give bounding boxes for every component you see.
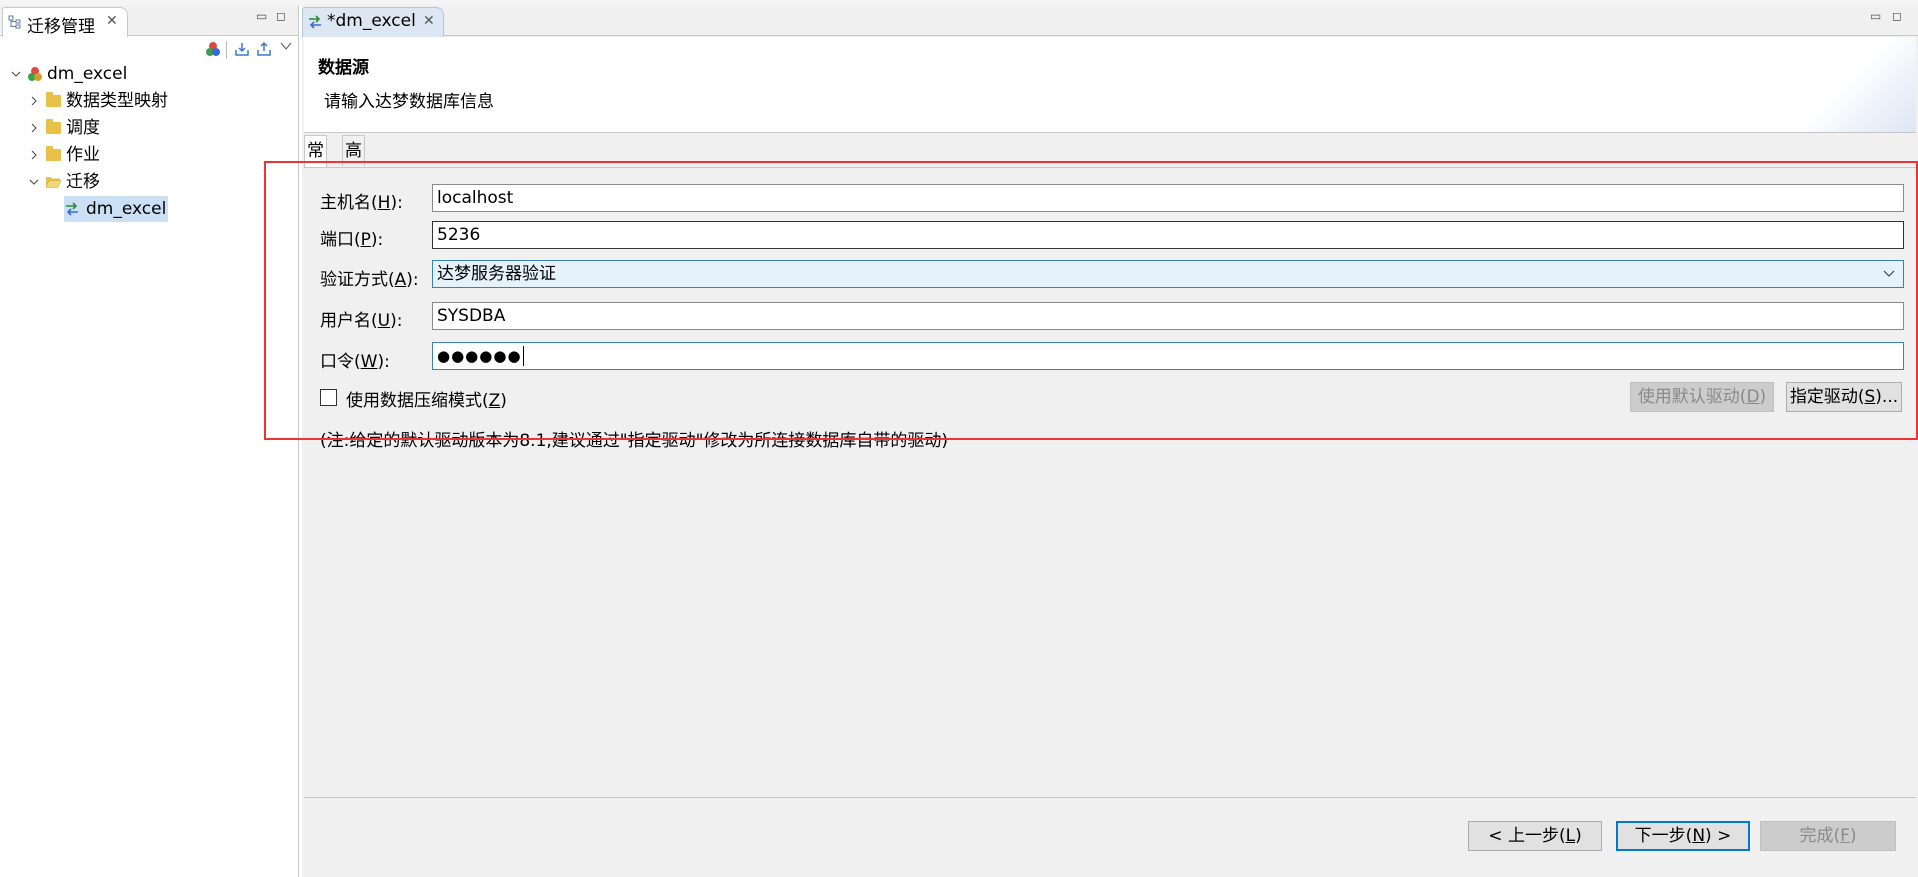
port-label: 端口(P): [320, 230, 384, 250]
export-icon[interactable] [256, 41, 272, 57]
tree-item-label: 数据类型映射 [66, 91, 168, 111]
editor-tabbar: *dm_excel ✕ ▭ ◻ [302, 5, 1918, 37]
close-icon[interactable]: ✕ [423, 13, 435, 29]
driver-note: (注:给定的默认驱动版本为8.1,建议通过"指定驱动"修改为所连接数据库自带的驱… [320, 431, 949, 451]
port-input[interactable]: 5236 [432, 221, 1904, 249]
chevron-right-icon[interactable] [28, 95, 40, 107]
chevron-right-icon[interactable] [28, 149, 40, 161]
maximize-icon[interactable]: ◻ [1892, 9, 1902, 23]
next-button[interactable]: 下一步(N) > [1616, 821, 1750, 851]
tree-item-migration[interactable]: 迁移 [0, 169, 298, 195]
tree-item-schedule[interactable]: 调度 [0, 115, 298, 141]
password-label: 口令(W): [320, 352, 390, 372]
left-view-toolbar [0, 37, 298, 63]
migration-tree-icon [8, 15, 21, 29]
auth-method-select[interactable]: 达梦服务器验证 [432, 260, 1904, 288]
tab-migration-management[interactable]: 迁移管理 ✕ [2, 7, 128, 38]
finish-button[interactable]: 完成(F) [1760, 821, 1896, 851]
maximize-icon[interactable]: ◻ [276, 9, 286, 23]
tree-item-label: 调度 [66, 118, 100, 138]
folder-icon [46, 146, 61, 161]
tree-item-jobs[interactable]: 作业 [0, 142, 298, 168]
use-default-driver-button[interactable]: 使用默认驱动(D) [1630, 382, 1774, 412]
folder-icon [46, 92, 61, 107]
import-icon[interactable] [234, 41, 250, 57]
connect-icon[interactable] [205, 41, 221, 57]
left-view-tabbar: 迁移管理 ✕ ▭ ◻ [0, 5, 298, 38]
tab-label: *dm_excel [327, 11, 416, 31]
form-area: 主机名(H): localhost 端口(P): 5236 验证方式(A): 达… [304, 167, 1916, 798]
migration-management-view: 迁移管理 ✕ ▭ ◻ dm_excel 数据类型映射 调度 作业 迁移 dm_e… [0, 5, 299, 877]
tree-item-label: 作业 [66, 145, 100, 165]
specify-driver-button[interactable]: 指定驱动(S)... [1786, 382, 1902, 412]
username-input[interactable]: SYSDBA [432, 302, 1904, 330]
close-icon[interactable]: ✕ [106, 13, 118, 29]
tree-root-label: dm_excel [47, 64, 128, 84]
host-input[interactable]: localhost [432, 184, 1904, 212]
tree-item-label: 迁移 [66, 172, 100, 192]
tab-general[interactable]: 常规 [304, 135, 327, 191]
host-label: 主机名(H): [320, 193, 403, 213]
chevron-right-icon[interactable] [28, 122, 40, 134]
chevron-down-icon[interactable] [1883, 267, 1895, 279]
tree-item-dm-excel-selected[interactable]: dm_excel [64, 196, 168, 222]
wizard-banner-image [1806, 37, 1916, 132]
tree-item-label: dm_excel [86, 199, 167, 219]
password-mask: ●●●●●● [437, 347, 522, 365]
database-project-icon [28, 67, 42, 81]
text-caret [522, 346, 524, 366]
compress-label[interactable]: 使用数据压缩模式(Z) [346, 386, 507, 411]
wizard-description: 请输入达梦数据库信息 [324, 92, 494, 112]
tree-root[interactable]: dm_excel [0, 61, 298, 87]
wizard-title: 数据源 [318, 58, 369, 78]
tree-item-type-mapping[interactable]: 数据类型映射 [0, 88, 298, 114]
chevron-down-icon[interactable] [28, 176, 40, 188]
view-menu-icon[interactable] [280, 41, 292, 51]
tab-label: 迁移管理 [27, 17, 95, 37]
folder-icon [46, 119, 61, 134]
password-input[interactable]: ●●●●●● [432, 342, 1904, 370]
footer-separator [304, 797, 1916, 798]
wizard-header: 数据源 请输入达梦数据库信息 [304, 37, 1916, 133]
migration-icon [309, 15, 321, 29]
chevron-down-icon[interactable] [10, 68, 22, 80]
editor-area: *dm_excel ✕ ▭ ◻ 数据源 请输入达梦数据库信息 常规 高级 主机名… [302, 5, 1918, 877]
toolbar-separator [226, 41, 227, 59]
auth-method-value: 达梦服务器验证 [437, 264, 556, 284]
username-label: 用户名(U): [320, 311, 403, 331]
open-folder-icon [45, 177, 62, 188]
compress-checkbox[interactable] [320, 389, 337, 406]
auth-label: 验证方式(A): [320, 270, 419, 290]
minimize-icon[interactable]: ▭ [1870, 9, 1881, 23]
minimize-icon[interactable]: ▭ [256, 9, 267, 23]
tab-dm-excel[interactable]: *dm_excel ✕ [302, 7, 444, 37]
back-button[interactable]: < 上一步(L) [1468, 821, 1602, 851]
migration-icon [66, 202, 78, 216]
tab-advanced[interactable]: 高级 [342, 135, 365, 191]
